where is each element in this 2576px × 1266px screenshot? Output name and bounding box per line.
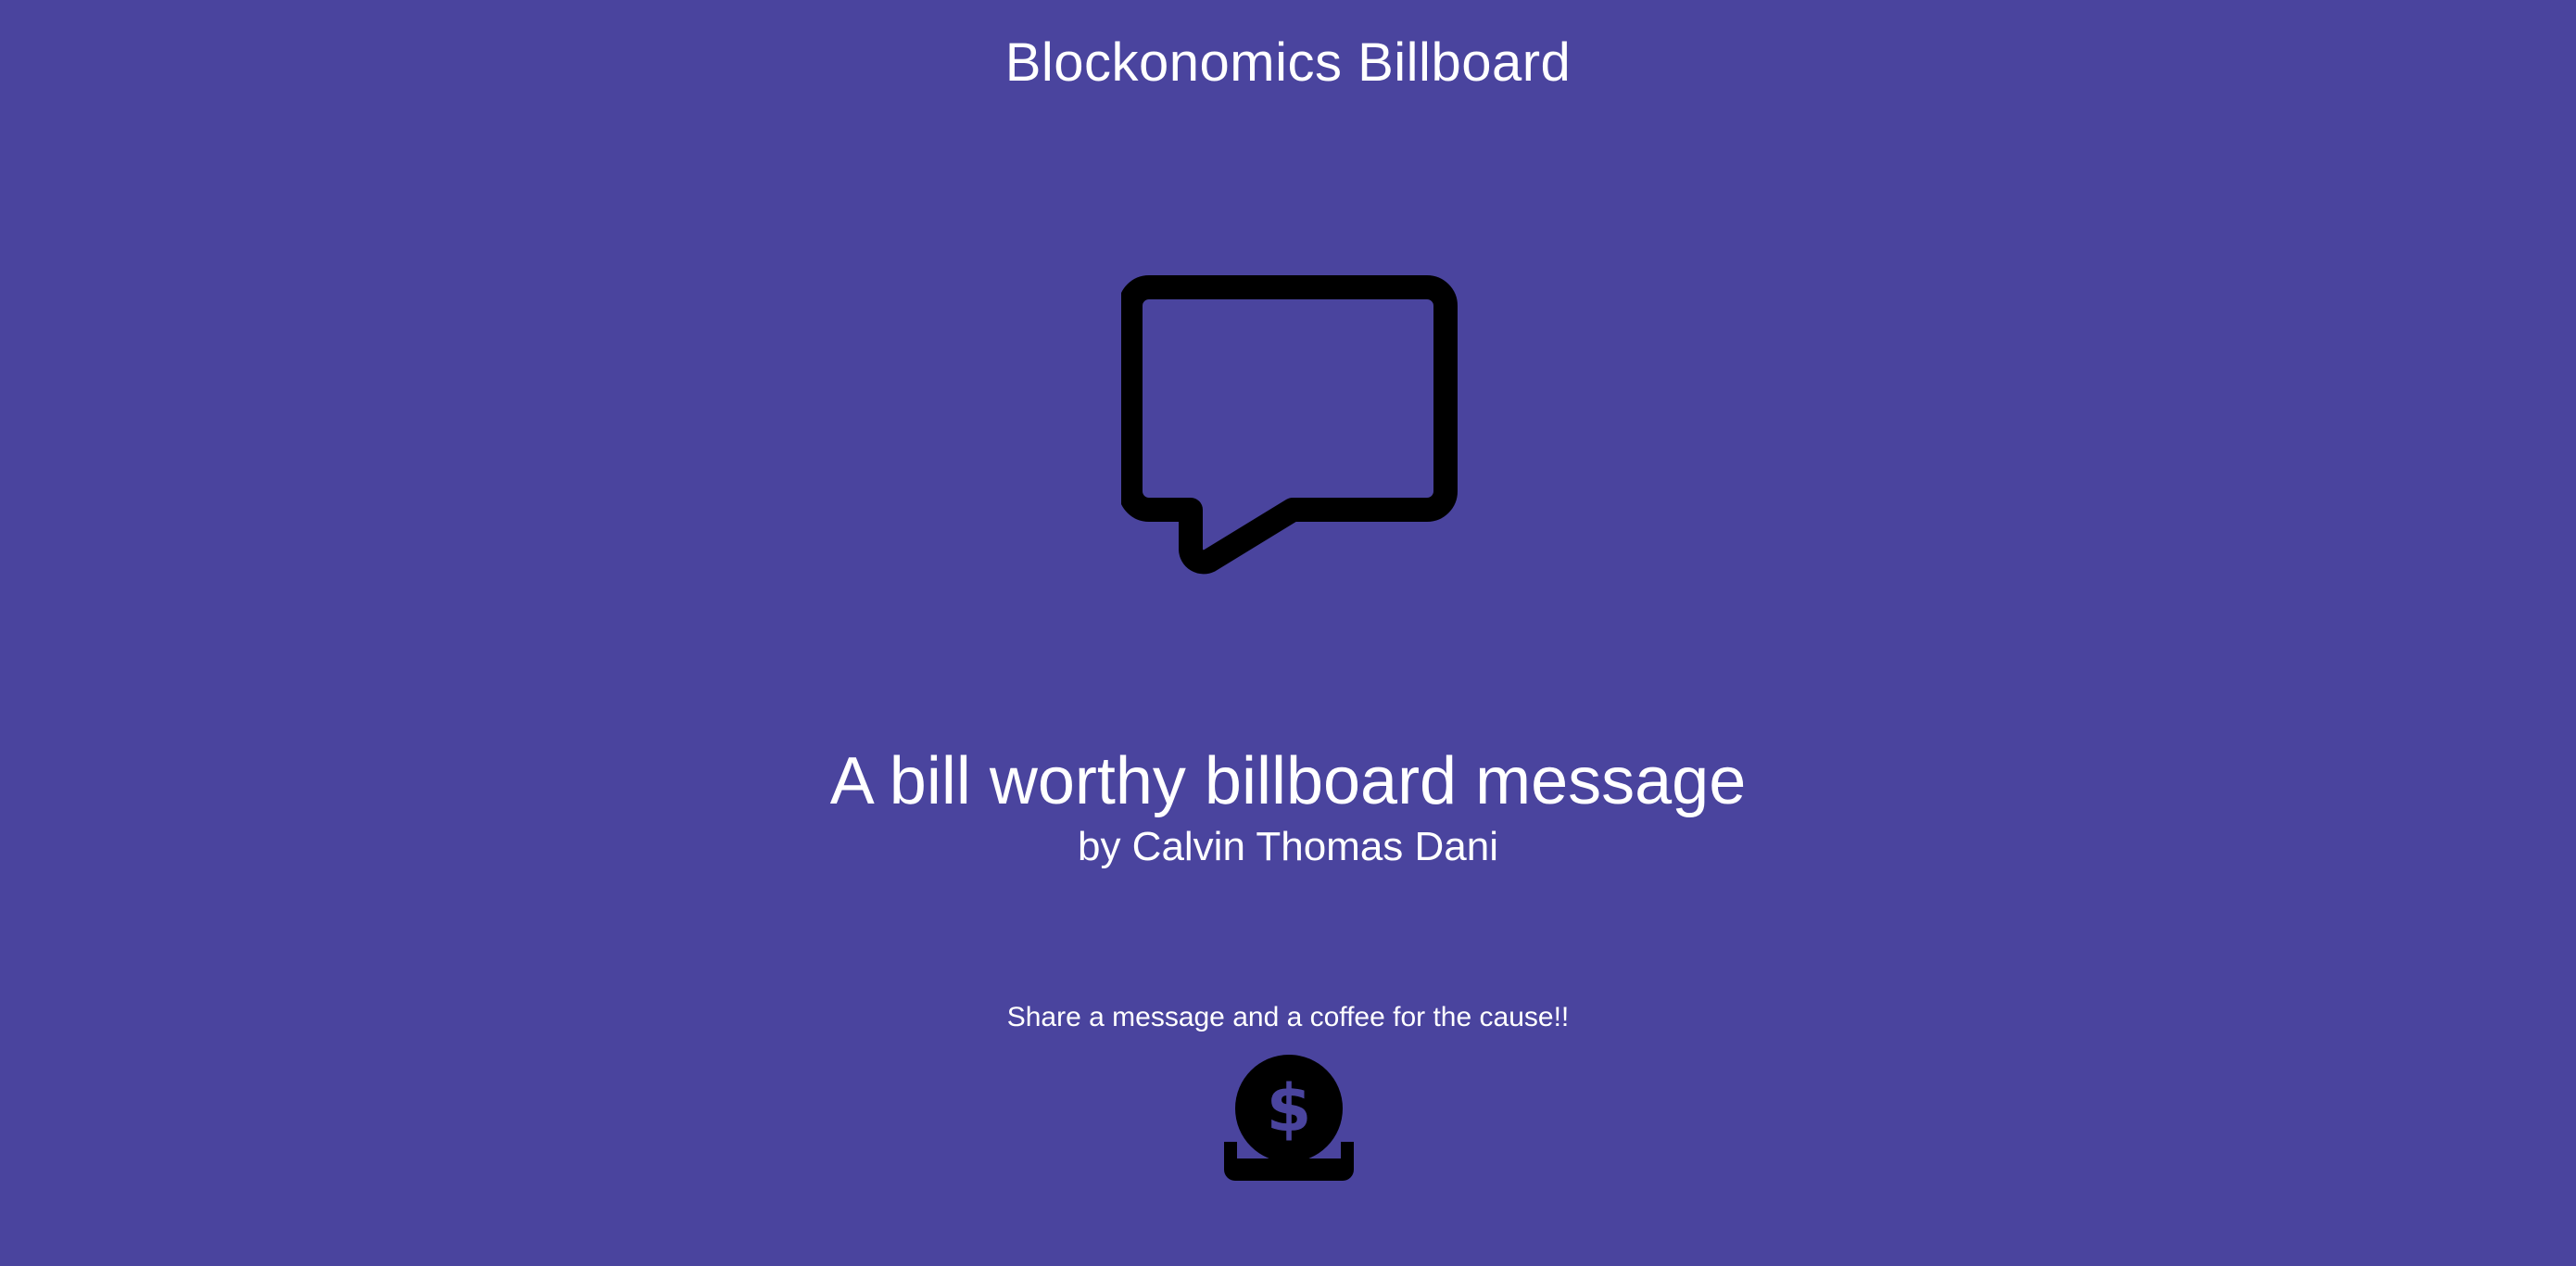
svg-text:$: $ — [1267, 1070, 1312, 1146]
billboard-message-block: A bill worthy billboard message by Calvi… — [0, 737, 2576, 876]
app-title: Blockonomics Billboard — [1004, 32, 1572, 93]
donate-button[interactable]: $ — [1219, 1049, 1359, 1190]
billboard-message: A bill worthy billboard message — [829, 744, 1747, 818]
donate-coin-icon: $ — [1219, 1049, 1359, 1190]
chat-bubble-icon — [1118, 269, 1464, 602]
billboard-author: by Calvin Thomas Dani — [1077, 824, 1499, 869]
billboard-page: Blockonomics Billboard A bill worthy bil… — [0, 0, 2576, 1266]
cta-text: Share a message and a coffee for the cau… — [1006, 1002, 1570, 1032]
